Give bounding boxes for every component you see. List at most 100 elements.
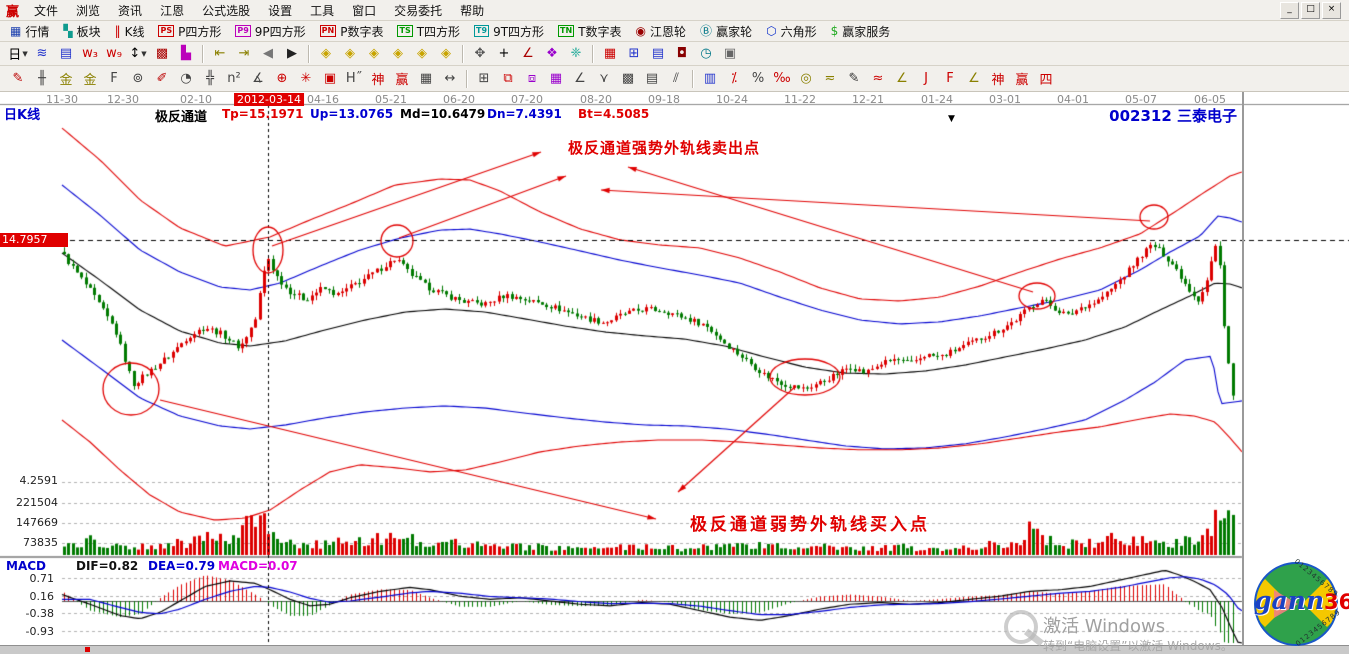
parallel-lines-icon[interactable]: ⫽	[665, 69, 687, 89]
grid-dense-icon[interactable]: ▩	[617, 69, 639, 89]
menu-help[interactable]: 帮助	[451, 1, 493, 20]
span-arrows-icon[interactable]: ↔	[439, 69, 461, 89]
gold-angle-icon[interactable]: ∠	[891, 69, 913, 89]
tick-ruler-icon[interactable]: ╬	[199, 69, 221, 89]
flower-tool-icon[interactable]: ❖	[541, 44, 563, 64]
box-grid-icon[interactable]: ▦	[545, 69, 567, 89]
j-angle-icon[interactable]: J	[915, 69, 937, 89]
close-button[interactable]: ×	[1322, 2, 1341, 19]
shen-line-icon[interactable]: 神	[987, 69, 1009, 89]
angle-a-icon[interactable]: ∡	[247, 69, 269, 89]
toolbar-button-winner-wheel[interactable]: Ⓑ赢家轮	[694, 23, 760, 40]
n-squared-icon[interactable]: n²	[223, 69, 245, 89]
gold-ruler-1-icon[interactable]: 金	[55, 69, 77, 89]
step-forward-icon[interactable]: ▶	[281, 44, 303, 64]
menu-window[interactable]: 窗口	[343, 1, 385, 20]
calendar-icon[interactable]: ▦	[599, 44, 621, 64]
printer-icon[interactable]: ▣	[719, 44, 741, 64]
gold-ruler-2-icon[interactable]: 金	[79, 69, 101, 89]
menu-formula-pick[interactable]: 公式选股	[193, 1, 259, 20]
shift-right-icon[interactable]: ◈	[339, 44, 361, 64]
color-histogram-icon[interactable]: ▙	[175, 44, 197, 64]
menu-browse[interactable]: 浏览	[67, 1, 109, 20]
first-page-icon[interactable]: ⇤	[209, 44, 231, 64]
brush-icon[interactable]: ✎	[7, 69, 29, 89]
toolbar-button-p-square[interactable]: PSP四方形	[152, 23, 229, 40]
toolbar-button-sectors[interactable]: ▚板块	[57, 23, 108, 40]
toolbar-button-kline[interactable]: ‖K线	[109, 23, 153, 40]
toolbar-button-t-number-table[interactable]: TNT数字表	[552, 23, 630, 40]
ink-pen-icon[interactable]: ✎	[843, 69, 865, 89]
shen-ruler-icon[interactable]: 神	[367, 69, 389, 89]
star-compass-icon[interactable]: ✳	[295, 69, 317, 89]
last-page-icon[interactable]: ⇥	[233, 44, 255, 64]
toolbar-button-t-square[interactable]: TST四方形	[391, 23, 468, 40]
calculator-icon[interactable]: ⊞	[623, 44, 645, 64]
wave-9-icon[interactable]: w₉	[103, 44, 125, 64]
chart-settings-icon[interactable]: ▥	[699, 69, 721, 89]
box-plus-icon[interactable]: ⊞	[473, 69, 495, 89]
macd-panel-title[interactable]: MACD	[6, 559, 46, 573]
v-lines-icon[interactable]: ⋎	[593, 69, 615, 89]
time-ruler-icon[interactable]: ◔	[175, 69, 197, 89]
percent-7-icon[interactable]: ⁒	[723, 69, 745, 89]
candle-style-icon[interactable]: ↕▼	[127, 44, 149, 64]
toolbar-button-gann-wheel[interactable]: ◉江恩轮	[630, 23, 695, 40]
f-angle-icon[interactable]: F	[939, 69, 961, 89]
gold-line-icon[interactable]: ≂	[819, 69, 841, 89]
menu-settings[interactable]: 设置	[259, 1, 301, 20]
restore-button[interactable]: □	[1301, 2, 1320, 19]
angle-measure-icon[interactable]: ∠	[517, 44, 539, 64]
toolbar-button-9p-square[interactable]: P99P四方形	[229, 23, 313, 40]
h-quote-icon[interactable]: H˝	[343, 69, 365, 89]
si-line-icon[interactable]: 四	[1035, 69, 1057, 89]
grid-123-icon[interactable]: ▦	[415, 69, 437, 89]
expand-all-icon[interactable]: ◈	[411, 44, 433, 64]
minimize-button[interactable]: _	[1280, 2, 1299, 19]
gann-fan-icon[interactable]: ⧉	[497, 69, 519, 89]
wave-3-icon[interactable]: w₃	[79, 44, 101, 64]
zigzag-view-icon[interactable]: ≋	[31, 44, 53, 64]
red-pen-icon[interactable]: ✐	[151, 69, 173, 89]
box-fan-icon[interactable]: ⧈	[521, 69, 543, 89]
spiral-icon[interactable]: ⊚	[127, 69, 149, 89]
shift-left-icon[interactable]: ◈	[315, 44, 337, 64]
angle-lines-icon[interactable]: ∠	[569, 69, 591, 89]
ying-ruler-icon[interactable]: 赢	[391, 69, 413, 89]
expand-horizontal-icon[interactable]: ◈	[363, 44, 385, 64]
menu-file[interactable]: 文件	[25, 1, 67, 20]
gold-circle-icon[interactable]: ◎	[795, 69, 817, 89]
percent-icon[interactable]: %	[747, 69, 769, 89]
world-clock-icon[interactable]: ◷	[695, 44, 717, 64]
compress-all-icon[interactable]: ◈	[435, 44, 457, 64]
gold-angle-2-icon[interactable]: ∠	[963, 69, 985, 89]
red-compass-icon[interactable]: ⊕	[271, 69, 293, 89]
f-ruler-icon[interactable]: F	[103, 69, 125, 89]
menu-news[interactable]: 资讯	[109, 1, 151, 20]
hand-pan-icon[interactable]: ✥	[469, 44, 491, 64]
red-pattern-icon[interactable]: ▩	[151, 44, 173, 64]
info-panel-icon[interactable]: ▤	[55, 44, 77, 64]
toolbar-button-winner-service[interactable]: $赢家服务	[825, 23, 899, 40]
step-back-icon[interactable]: ◀	[257, 44, 279, 64]
menu-gann[interactable]: 江恩	[151, 1, 193, 20]
box-compass-icon[interactable]: ▣	[319, 69, 341, 89]
wave-line-icon[interactable]: ≈	[867, 69, 889, 89]
compress-horizontal-icon[interactable]: ◈	[387, 44, 409, 64]
toolbar-button-9t-square[interactable]: T99T四方形	[468, 23, 552, 40]
crosshair-icon[interactable]: +	[493, 44, 515, 64]
grid-light-icon[interactable]: ▤	[641, 69, 663, 89]
toolbar-button-p-number-table[interactable]: PNP数字表	[314, 23, 392, 40]
scale-ruler-icon[interactable]: ╫	[31, 69, 53, 89]
leaf-tool-icon[interactable]: ❈	[565, 44, 587, 64]
menu-tools[interactable]: 工具	[301, 1, 343, 20]
period-label[interactable]: 日K线	[4, 104, 40, 123]
toolbar-button-quotes[interactable]: ▦行情	[4, 23, 57, 40]
ying-line-icon[interactable]: 赢	[1011, 69, 1033, 89]
toolbar-button-hexagon[interactable]: ⬡六角形	[760, 23, 825, 40]
panel-divider[interactable]	[1242, 92, 1244, 645]
notes-icon[interactable]: ▤	[647, 44, 669, 64]
percent-line-icon[interactable]: ‰	[771, 69, 793, 89]
menu-trade[interactable]: 交易委托	[385, 1, 451, 20]
period-selector-icon[interactable]: 日▼	[7, 44, 29, 64]
